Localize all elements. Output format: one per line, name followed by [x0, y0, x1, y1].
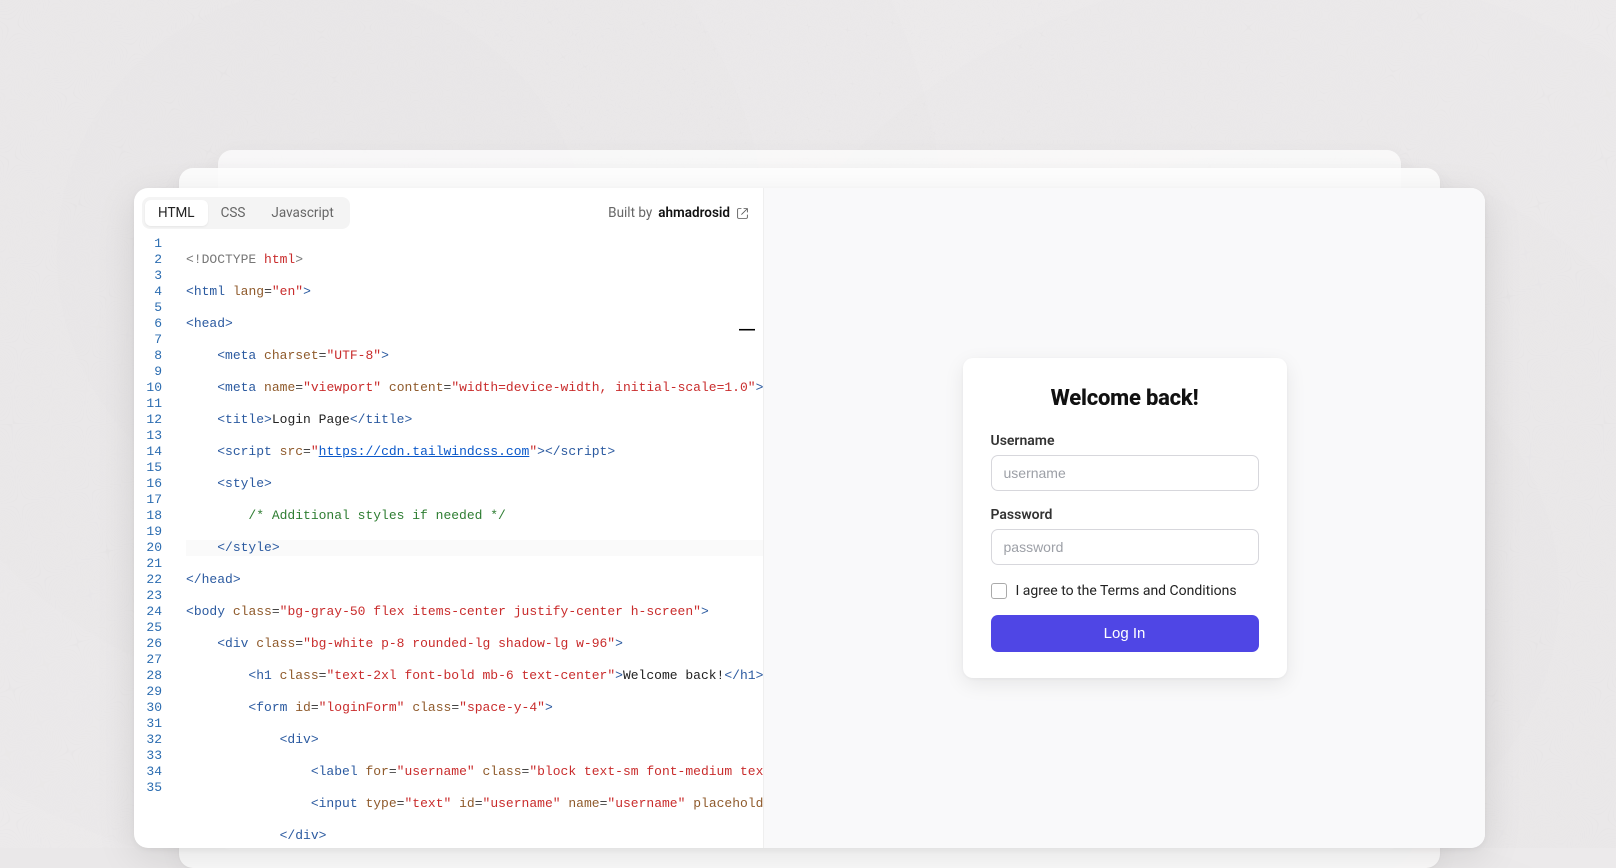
- password-input[interactable]: [991, 529, 1259, 565]
- built-by[interactable]: Built by ahmadrosid: [608, 205, 749, 221]
- line-gutter: 1234567891011121314151617181920212223242…: [134, 236, 176, 796]
- tab-javascript[interactable]: Javascript: [258, 200, 346, 226]
- tab-group: HTML CSS Javascript: [142, 197, 350, 229]
- built-by-author: ahmadrosid: [658, 205, 730, 221]
- tab-html[interactable]: HTML: [145, 200, 208, 226]
- username-input[interactable]: [991, 455, 1259, 491]
- built-by-prefix: Built by: [608, 205, 652, 221]
- code-editor[interactable]: 1234567891011121314151617181920212223242…: [134, 230, 763, 848]
- code-body: <!DOCTYPE html> <html lang="en"> <head> …: [186, 236, 763, 848]
- login-title: Welcome back!: [991, 386, 1259, 411]
- editor-header: HTML CSS Javascript Built by ahmadrosid: [134, 188, 763, 230]
- agree-row: I agree to the Terms and Conditions: [991, 583, 1259, 599]
- left-pane: HTML CSS Javascript Built by ahmadrosid …: [134, 188, 764, 848]
- agree-checkbox[interactable]: [991, 583, 1007, 599]
- login-card: Welcome back! Username Password I agree …: [963, 358, 1287, 678]
- username-label: Username: [991, 433, 1259, 449]
- external-link-icon: [736, 207, 749, 220]
- agree-label: I agree to the Terms and Conditions: [1016, 583, 1237, 599]
- tab-css[interactable]: CSS: [208, 200, 259, 226]
- password-label: Password: [991, 507, 1259, 523]
- main-card: HTML CSS Javascript Built by ahmadrosid …: [134, 188, 1485, 848]
- username-group: Username: [991, 433, 1259, 491]
- password-group: Password: [991, 507, 1259, 565]
- preview-pane: Welcome back! Username Password I agree …: [764, 188, 1485, 848]
- login-button[interactable]: Log In: [991, 615, 1259, 652]
